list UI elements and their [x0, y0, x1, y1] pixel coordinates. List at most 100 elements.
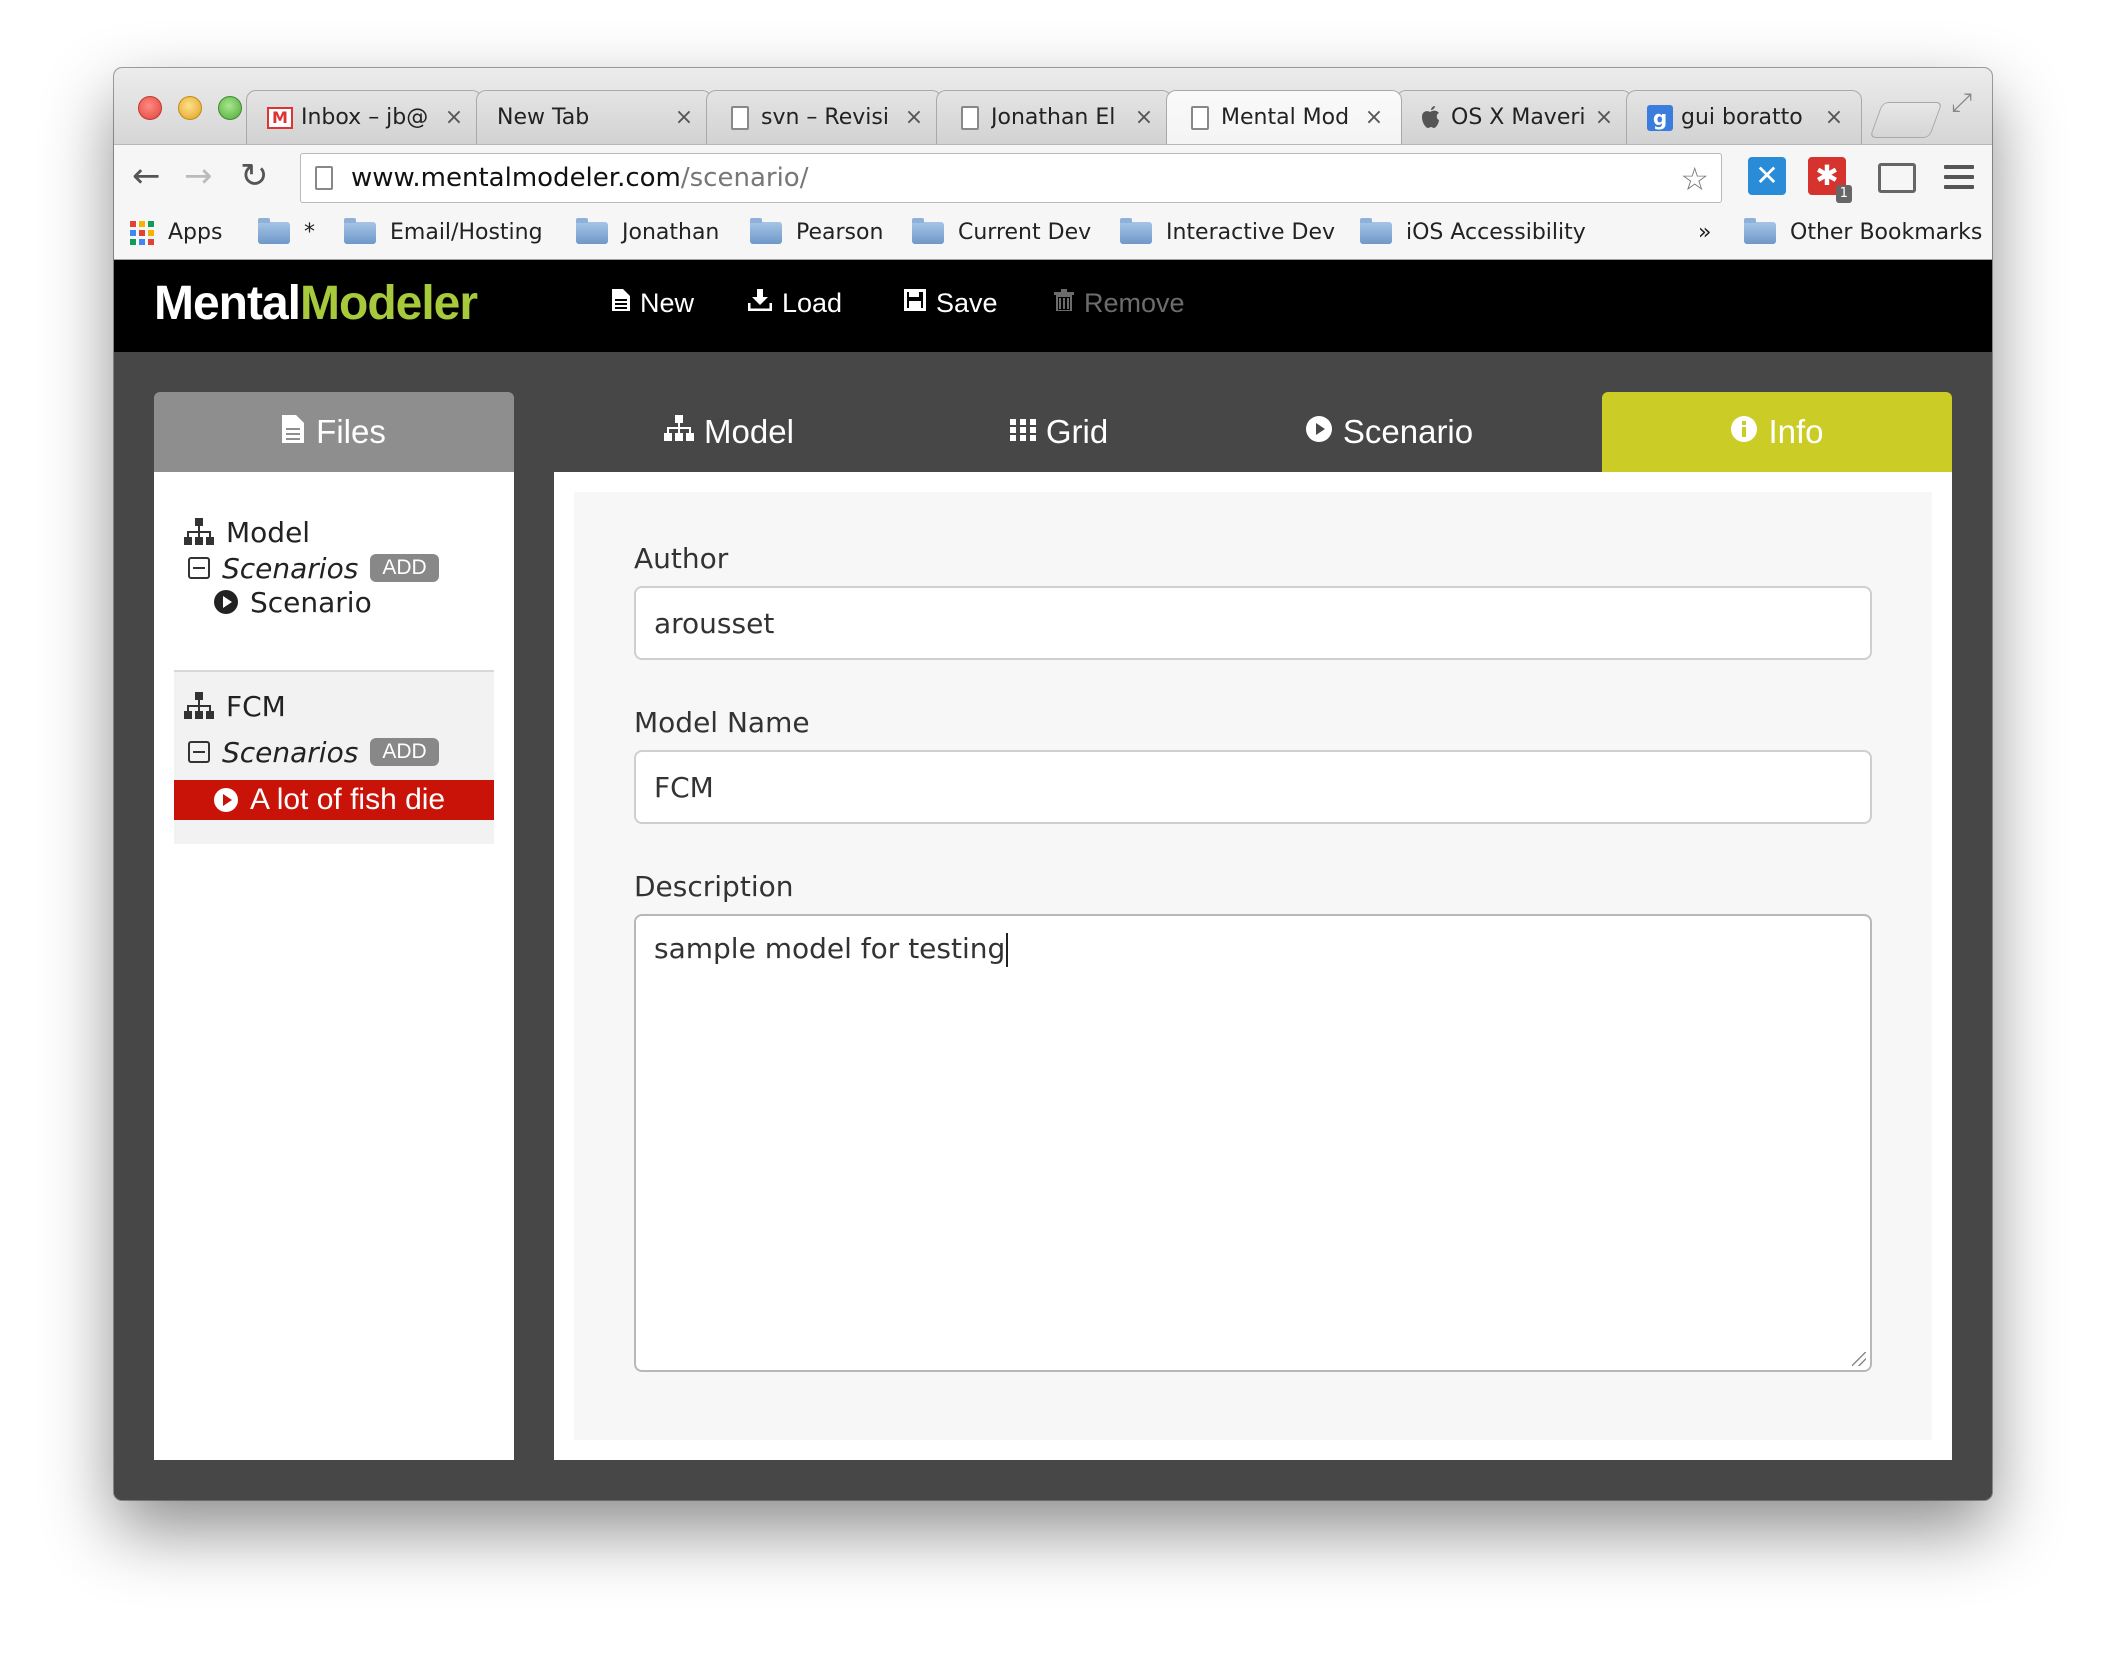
page-icon — [315, 166, 333, 190]
browser-window: M Inbox – jb@ × New Tab × svn – Revisi ×… — [114, 68, 1992, 1500]
info-circle-icon — [1730, 415, 1758, 450]
browser-tab-os-x[interactable]: OS X Maveri × — [1396, 90, 1632, 144]
back-icon[interactable]: ← — [132, 157, 161, 195]
play-circle-icon — [1305, 415, 1333, 450]
resize-handle-icon[interactable] — [1852, 1352, 1866, 1366]
remove-button[interactable]: Remove — [1054, 288, 1185, 319]
add-scenario-button[interactable]: ADD — [370, 554, 439, 582]
close-window-button[interactable] — [138, 96, 162, 120]
new-file-icon — [612, 289, 630, 318]
tab-close-icon[interactable]: × — [1133, 105, 1155, 130]
folder-icon — [750, 217, 782, 244]
bookmark-label: Other Bookmarks — [1790, 220, 1983, 245]
minimize-window-button[interactable] — [178, 96, 202, 120]
tab-strip: M Inbox – jb@ × New Tab × svn – Revisi ×… — [114, 68, 1992, 144]
tab-title: New Tab — [497, 105, 590, 130]
bookmark-folder[interactable]: Pearson — [750, 217, 884, 245]
model-name-field[interactable]: FCM — [634, 750, 1872, 824]
tab-info[interactable]: Info — [1602, 392, 1952, 472]
file-icon — [282, 413, 305, 451]
tab-close-icon[interactable]: × — [903, 105, 925, 130]
files-tab[interactable]: Files — [154, 392, 514, 472]
bookmark-apps[interactable]: Apps — [130, 220, 222, 245]
browser-toolbar: ← → ↻ www.mentalmodeler.com/scenario/ ☆ … — [114, 144, 1992, 208]
tab-close-icon[interactable]: × — [443, 105, 465, 130]
main-tabs: Model Grid Scenario Info — [554, 392, 1952, 472]
sitemap-icon — [664, 414, 695, 450]
forward-icon[interactable]: → — [184, 157, 213, 195]
google-icon: g — [1647, 104, 1673, 132]
zoom-window-button[interactable] — [218, 96, 242, 120]
tab-close-icon[interactable]: × — [673, 105, 695, 130]
gmail-icon: M — [267, 104, 293, 132]
tab-scenario[interactable]: Scenario — [1214, 392, 1564, 472]
bookmark-label: iOS Accessibility — [1406, 220, 1586, 245]
new-button[interactable]: New — [612, 288, 694, 319]
bookmark-folder[interactable]: Interactive Dev — [1120, 217, 1335, 245]
collapse-icon[interactable] — [188, 741, 210, 763]
download-icon — [747, 289, 773, 318]
bookmark-star-icon[interactable]: ☆ — [1680, 160, 1709, 198]
app-logo: MentalModeler — [154, 277, 478, 330]
bookmark-label: Apps — [168, 220, 223, 245]
app-header: MentalModeler New Load Save Remove — [114, 260, 1992, 352]
model-name-label: Model Name — [634, 706, 810, 739]
browser-tab-new-tab[interactable]: New Tab × — [476, 90, 712, 144]
tree-scenarios-item[interactable]: Scenarios ADD — [174, 732, 494, 772]
browser-tab-inbox[interactable]: M Inbox – jb@ × — [246, 90, 482, 144]
bookmark-folder[interactable]: Current Dev — [912, 217, 1091, 245]
tab-grid[interactable]: Grid — [884, 392, 1234, 472]
chrome-menu-icon[interactable] — [1944, 165, 1974, 195]
text-caret — [1006, 933, 1009, 967]
browser-tab-svn[interactable]: svn – Revisi × — [706, 90, 942, 144]
extension-icon[interactable]: ✕ — [1748, 157, 1786, 195]
grid-icon — [1009, 416, 1036, 448]
tab-close-icon[interactable]: × — [1363, 105, 1385, 130]
tab-close-icon[interactable]: × — [1593, 105, 1615, 130]
lastpass-extension-icon[interactable]: ✱ 1 — [1808, 157, 1852, 203]
bookmark-label: Pearson — [796, 220, 884, 245]
bookmark-other[interactable]: Other Bookmarks — [1744, 217, 1983, 245]
bookmark-folder[interactable]: * — [258, 217, 315, 245]
url-host: www.mentalmodeler.com — [351, 163, 681, 193]
save-button[interactable]: Save — [904, 288, 998, 319]
folder-icon — [258, 217, 290, 244]
bookmarks-overflow-button[interactable]: » — [1698, 220, 1711, 245]
sitemap-icon — [184, 692, 214, 720]
fullscreen-icon[interactable]: ⤢ — [1951, 88, 1972, 119]
app-body: Files Model Scenarios ADD Scenario FCM S… — [114, 352, 1992, 1500]
tree-model-item[interactable]: Model — [174, 512, 494, 552]
cast-icon[interactable] — [1878, 163, 1916, 193]
collapse-icon[interactable] — [188, 557, 210, 579]
tree-model-item[interactable]: FCM — [174, 686, 494, 726]
author-label: Author — [634, 542, 729, 575]
address-bar[interactable]: www.mentalmodeler.com/scenario/ ☆ — [300, 153, 1722, 203]
bookmarks-bar: Apps * Email/Hosting Jonathan Pearson Cu… — [114, 208, 1992, 260]
bookmark-label: Jonathan — [622, 220, 720, 245]
author-field[interactable]: arousset — [634, 586, 1872, 660]
description-field[interactable]: sample model for testing — [634, 914, 1872, 1372]
browser-tab-jonathan[interactable]: Jonathan El × — [936, 90, 1172, 144]
tree-scenario-item-selected[interactable]: A lot of fish die — [174, 780, 494, 820]
browser-tab-google[interactable]: g gui boratto × — [1626, 90, 1862, 144]
tree-scenarios-label: Scenarios — [222, 551, 359, 585]
tree-scenarios-label: Scenarios — [222, 735, 359, 769]
bookmark-folder[interactable]: iOS Accessibility — [1360, 217, 1586, 245]
add-scenario-button[interactable]: ADD — [370, 738, 439, 766]
browser-tab-mental-modeler[interactable]: Mental Mod × — [1166, 90, 1402, 144]
tab-title: Mental Mod — [1221, 105, 1350, 130]
tree-scenario-item[interactable]: Scenario — [174, 582, 494, 622]
new-tab-button[interactable] — [1869, 102, 1943, 138]
bookmark-label: Email/Hosting — [390, 220, 543, 245]
tab-title: svn – Revisi — [761, 105, 889, 130]
bookmark-folder[interactable]: Email/Hosting — [344, 217, 543, 245]
tab-close-icon[interactable]: × — [1823, 105, 1845, 130]
reload-icon[interactable]: ↻ — [240, 157, 269, 195]
tab-title: Jonathan El — [991, 105, 1116, 130]
extension-badge: 1 — [1835, 185, 1852, 203]
tree-scenario-label: Scenario — [250, 585, 372, 619]
trash-icon — [1054, 289, 1074, 318]
load-button[interactable]: Load — [747, 288, 842, 319]
tab-model[interactable]: Model — [554, 392, 904, 472]
bookmark-folder[interactable]: Jonathan — [576, 217, 720, 245]
